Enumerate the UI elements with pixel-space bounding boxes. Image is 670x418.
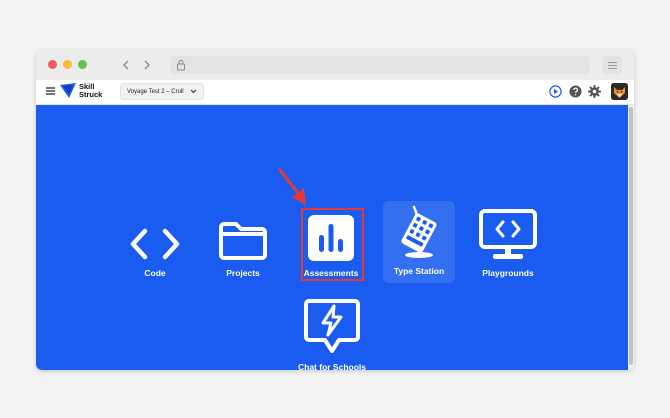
- tile-code[interactable]: Code: [119, 203, 191, 283]
- tile-playgrounds[interactable]: Playgrounds: [472, 203, 544, 283]
- tile-projects[interactable]: Projects: [207, 203, 279, 283]
- folder-icon: [219, 222, 267, 260]
- back-button[interactable]: [116, 56, 136, 74]
- fox-avatar[interactable]: [611, 83, 628, 100]
- tile-type-station-label: Type Station: [393, 266, 445, 276]
- help-circle-icon[interactable]: [569, 85, 582, 98]
- browser-chrome: [36, 50, 634, 81]
- browser-window: Skill Struck Voyage Test 2 – Crull Code …: [36, 50, 634, 370]
- hamburger-icon[interactable]: [46, 87, 55, 95]
- keyboard-icon: [401, 205, 437, 258]
- tile-chat-for-schools[interactable]: Chat for Schools: [287, 297, 377, 370]
- maximize-window-button[interactable]: [78, 60, 87, 69]
- close-window-button[interactable]: [48, 60, 57, 69]
- chevron-left-icon: [123, 60, 129, 70]
- gear-icon[interactable]: [588, 85, 601, 98]
- assessments-highlight-box: [301, 208, 364, 281]
- vertical-scrollbar[interactable]: [628, 105, 634, 370]
- address-bar[interactable]: [170, 56, 590, 74]
- tile-playgrounds-label: Playgrounds: [482, 268, 534, 278]
- chat-lightning-icon: [304, 299, 360, 353]
- lock-icon: [177, 60, 185, 71]
- forward-button[interactable]: [137, 56, 157, 74]
- browser-menu-button[interactable]: [602, 56, 622, 74]
- logo-text: Skill Struck: [79, 83, 102, 98]
- fox-icon: [611, 83, 628, 100]
- course-dropdown-value: Voyage Test 2 – Crull: [127, 88, 184, 95]
- skillstruck-logo-icon: [60, 83, 76, 98]
- tile-type-station[interactable]: Type Station: [383, 201, 455, 283]
- tile-chat-for-schools-label: Chat for Schools: [297, 362, 366, 370]
- monitor-code-icon: [479, 209, 537, 259]
- chevron-down-icon: [190, 89, 197, 94]
- app-header: Skill Struck Voyage Test 2 – Crull: [36, 80, 634, 105]
- play-circle-icon[interactable]: [549, 85, 562, 98]
- course-dropdown[interactable]: Voyage Test 2 – Crull: [120, 83, 204, 100]
- menu-lines-icon: [607, 61, 617, 69]
- code-brackets-icon: [130, 228, 180, 260]
- dashboard-content: Code Projects Assessments Type Station P…: [36, 105, 628, 370]
- tile-projects-label: Projects: [226, 268, 260, 278]
- red-arrow-annotation: [278, 168, 306, 205]
- skillstruck-logo[interactable]: Skill Struck: [60, 83, 102, 98]
- tile-code-label: Code: [144, 268, 166, 278]
- chevron-right-icon: [144, 60, 150, 70]
- logo-line-2: Struck: [79, 89, 103, 99]
- minimize-window-button[interactable]: [63, 60, 72, 69]
- scrollbar-thumb[interactable]: [629, 107, 633, 365]
